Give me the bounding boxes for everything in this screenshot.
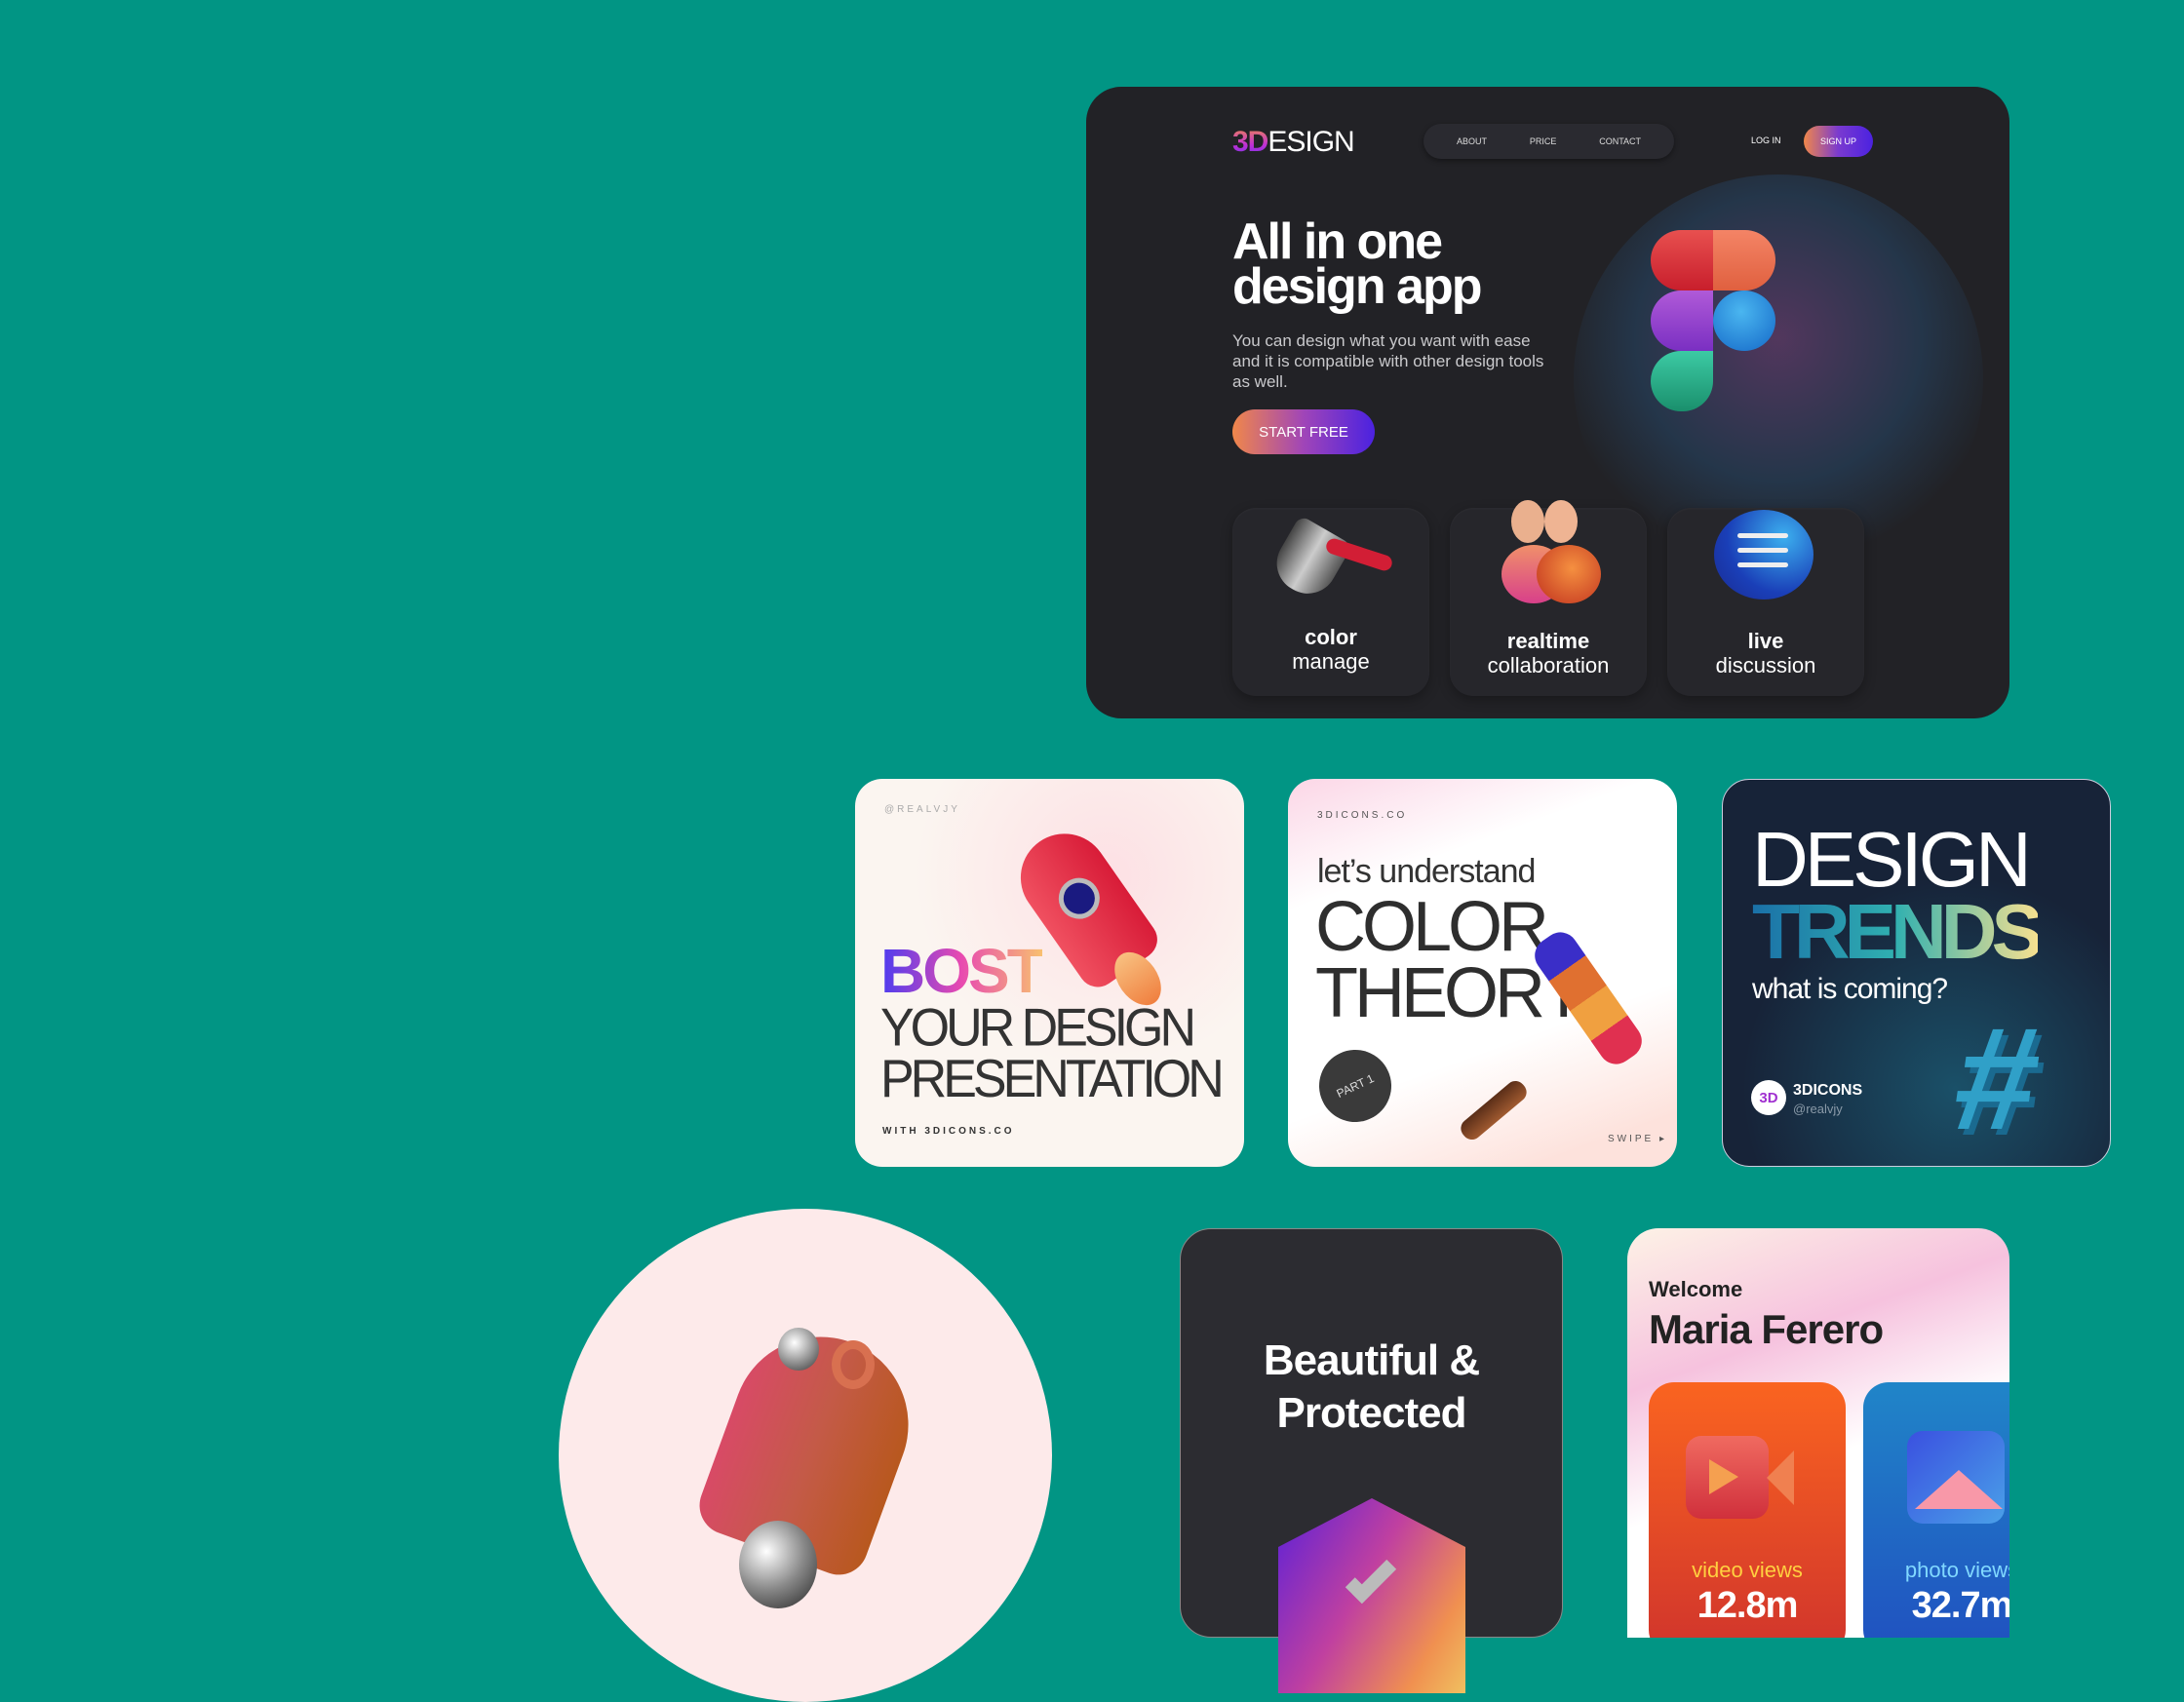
- brand-logo: 3D: [1751, 1080, 1786, 1115]
- login-link[interactable]: LOG IN: [1751, 135, 1781, 145]
- welcome-card: Welcome Maria Ferero video views 12.8m p…: [1627, 1228, 2009, 1638]
- paint-bucket-icon: [1266, 515, 1353, 604]
- metal-ball-icon: [778, 1328, 819, 1371]
- landing-page-mockup: 3DESIGN ABOUT PRICE CONTACT LOG IN SIGN …: [1086, 87, 2009, 718]
- protected-card[interactable]: Beautiful & Protected: [1180, 1228, 1563, 1693]
- bell-loop-icon: [832, 1340, 875, 1389]
- people-icon: [1494, 500, 1601, 607]
- figma-logo-icon: [1651, 230, 1777, 415]
- nav-bar: ABOUT PRICE CONTACT: [1424, 124, 1674, 159]
- hero-description: You can design what you want with ease a…: [1232, 331, 1544, 391]
- video-camera-icon: [1686, 1436, 1769, 1519]
- feature-card-realtime-collaboration[interactable]: realtime collaboration: [1450, 500, 1647, 696]
- hashtag-icon: #: [1945, 996, 2050, 1160]
- nav-price[interactable]: PRICE: [1530, 136, 1557, 146]
- post-card-boost-presentation[interactable]: @REALVJY BOST YOUR DESIGN PRESENTATION WI…: [855, 779, 1244, 1167]
- post-card-color-theory[interactable]: 3DICONS.CO let’s understand COLOR THEORY …: [1288, 779, 1677, 1167]
- feature-card-color-manage[interactable]: color manage: [1232, 508, 1429, 696]
- part-badge: PART 1: [1306, 1037, 1404, 1135]
- photo-icon: [1907, 1431, 2005, 1524]
- nav-about[interactable]: ABOUT: [1457, 136, 1487, 146]
- camera-lens-icon: [1767, 1451, 1794, 1505]
- roller-handle-icon: [1457, 1076, 1531, 1144]
- start-free-button[interactable]: START FREE: [1232, 409, 1375, 454]
- nav-contact[interactable]: CONTACT: [1599, 136, 1641, 146]
- post-card-design-trends[interactable]: DESIGN TRENDS what is coming? # 3D 3DICO…: [1722, 779, 2111, 1167]
- hero-headline: All in one design app: [1232, 213, 1482, 315]
- signup-button[interactable]: SIGN UP: [1804, 126, 1873, 157]
- logo[interactable]: 3DESIGN: [1232, 126, 1355, 159]
- bell-clapper-icon: [739, 1521, 817, 1608]
- stat-tile-photo-views[interactable]: photo views 32.7m: [1863, 1382, 2009, 1638]
- stat-tile-video-views[interactable]: video views 12.8m: [1649, 1382, 1846, 1638]
- shield-check-icon: [1278, 1498, 1465, 1693]
- bell-illustration: [559, 1209, 1052, 1702]
- chat-bubble-icon: [1714, 510, 1814, 600]
- feature-card-live-discussion[interactable]: live discussion: [1667, 508, 1864, 696]
